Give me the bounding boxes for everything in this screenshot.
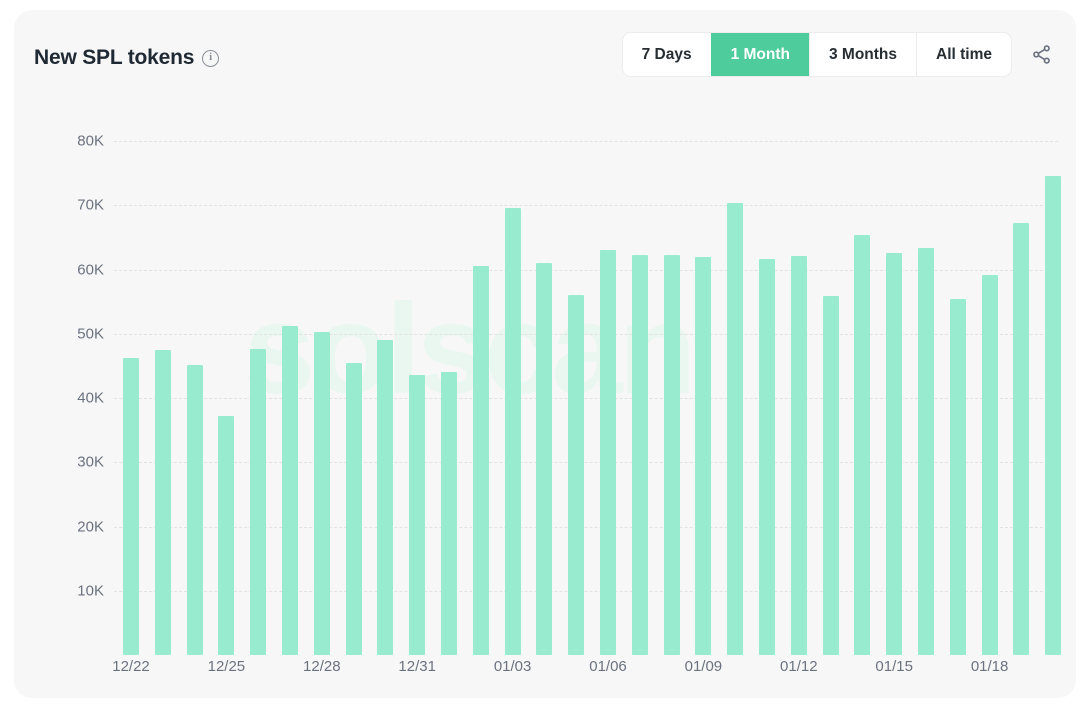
bar[interactable]	[663, 255, 680, 655]
bar[interactable]	[695, 257, 712, 655]
card-header: New SPL tokens i 7 Days 1 Month 3 Months Al…	[14, 10, 1076, 96]
page-title: New SPL tokens	[34, 46, 195, 69]
bars-layer: 12/22 12/25 12/28 12/31 01/03 01/06 01/09 01/12…	[14, 96, 1076, 698]
bar[interactable]	[154, 350, 171, 655]
bar[interactable]	[409, 374, 426, 655]
bar[interactable]	[377, 340, 394, 655]
share-button[interactable]	[1026, 40, 1056, 70]
bar[interactable]	[600, 250, 616, 655]
x-axis-label: 01/12	[780, 658, 818, 675]
range-button-all-time[interactable]: All time	[916, 33, 1011, 76]
x-axis-label: 12/22	[112, 658, 150, 675]
bar[interactable]	[854, 234, 871, 655]
range-button-1-month[interactable]: 1 Month	[710, 33, 809, 76]
bar[interactable]	[981, 274, 998, 655]
bar[interactable]	[345, 363, 362, 655]
bar[interactable]	[1045, 176, 1062, 655]
chart-card: New SPL tokens i 7 Days 1 Month 3 Months Al…	[14, 10, 1076, 698]
bar[interactable]	[886, 253, 903, 655]
bar[interactable]	[123, 357, 139, 655]
x-axis-label: 01/09	[684, 658, 723, 675]
bar[interactable]	[822, 295, 839, 655]
bar[interactable]	[218, 415, 235, 655]
share-icon	[1032, 45, 1050, 64]
bar[interactable]	[282, 326, 298, 655]
x-axis-label: 01/03	[493, 658, 532, 675]
bar[interactable]	[790, 256, 807, 655]
range-button-3-months[interactable]: 3 Months	[808, 33, 917, 76]
bar[interactable]	[472, 266, 489, 655]
bar[interactable]	[918, 248, 934, 655]
bar[interactable]	[441, 371, 457, 655]
bar[interactable]	[949, 299, 966, 655]
x-axis-label: 12/31	[398, 658, 436, 675]
range-button-7-days[interactable]: 7 Days	[622, 33, 711, 76]
bar[interactable]	[250, 348, 267, 655]
bar[interactable]	[504, 208, 521, 655]
bar[interactable]	[313, 332, 330, 655]
time-range-selector: 7 Days 1 Month 3 Months All time	[621, 32, 1012, 77]
bar[interactable]	[631, 254, 648, 655]
bar[interactable]	[1013, 222, 1030, 655]
chart-plot-area: solscan 10K 20K 30K 40K 50K 60K 70K 80K 12/22 12…	[14, 96, 1076, 698]
bar[interactable]	[186, 364, 203, 655]
x-axis-label: 01/15	[875, 658, 913, 675]
header-controls: 7 Days 1 Month 3 Months All time	[621, 32, 1056, 77]
x-axis-label: 12/25	[207, 658, 246, 675]
bar[interactable]	[727, 202, 744, 655]
bar[interactable]	[536, 263, 553, 655]
bar[interactable]	[759, 258, 775, 655]
x-axis-label: 01/06	[589, 658, 627, 675]
x-axis-label: 01/18	[970, 658, 1009, 675]
title-group: New SPL tokens i	[34, 46, 220, 70]
x-axis-label: 12/28	[303, 658, 341, 675]
info-icon[interactable]: i	[202, 49, 220, 67]
bar[interactable]	[568, 294, 585, 655]
